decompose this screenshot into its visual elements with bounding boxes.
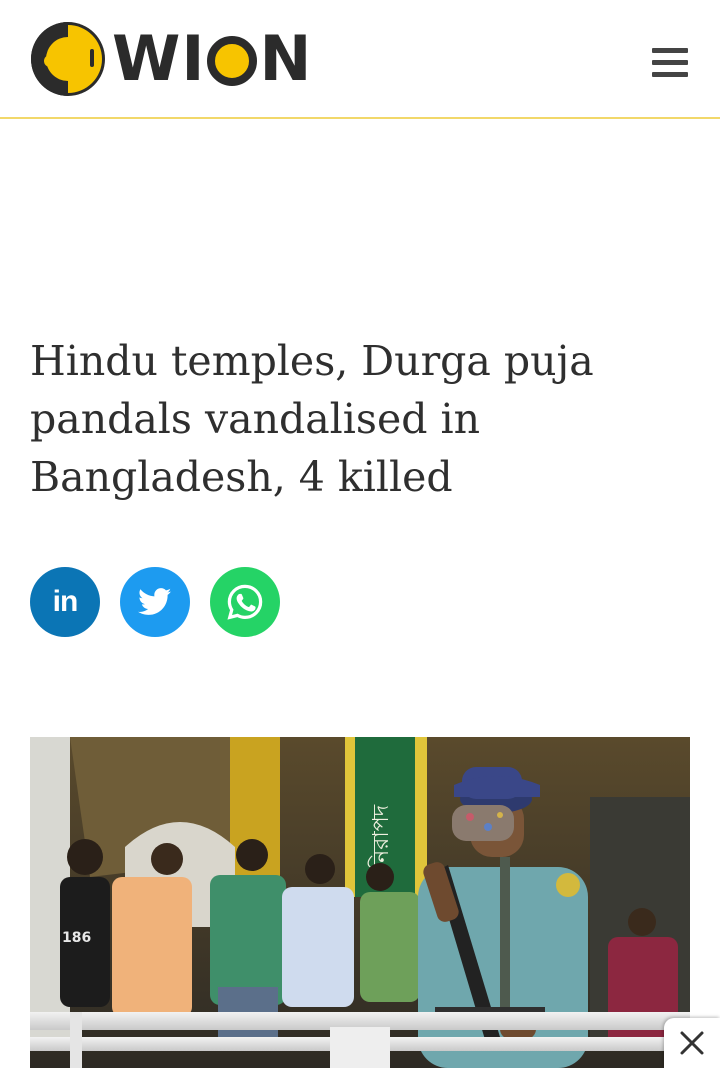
site-header: WIN — [0, 0, 720, 119]
twitter-icon — [138, 588, 172, 615]
article-headline: Hindu temples, Durga puja pandals vandal… — [30, 337, 594, 501]
hamburger-menu-icon[interactable] — [652, 48, 690, 82]
ad-close-button[interactable] — [664, 1018, 720, 1068]
twitter-share-button[interactable] — [120, 567, 190, 637]
close-icon — [680, 1031, 704, 1055]
police-guard-photo: নিরাপদ 186 — [30, 737, 690, 1068]
article-photo: নিরাপদ 186 — [30, 737, 690, 1068]
whatsapp-share-button[interactable] — [210, 567, 280, 637]
wion-logo[interactable]: WIN — [30, 20, 320, 98]
wion-wordmark: WIN — [112, 28, 312, 90]
linkedin-share-button[interactable]: in — [30, 567, 100, 637]
wordmark-n: N — [259, 22, 313, 95]
whatsapp-icon — [227, 584, 263, 620]
wordmark-i: I — [181, 22, 206, 95]
wordmark-o — [207, 36, 258, 86]
wion-logo-icon — [31, 22, 105, 96]
linkedin-icon: in — [52, 585, 79, 618]
wordmark-w: W — [112, 22, 182, 95]
shirt-number: 186 — [62, 930, 91, 946]
banner-text: নিরাপদ — [368, 804, 394, 870]
